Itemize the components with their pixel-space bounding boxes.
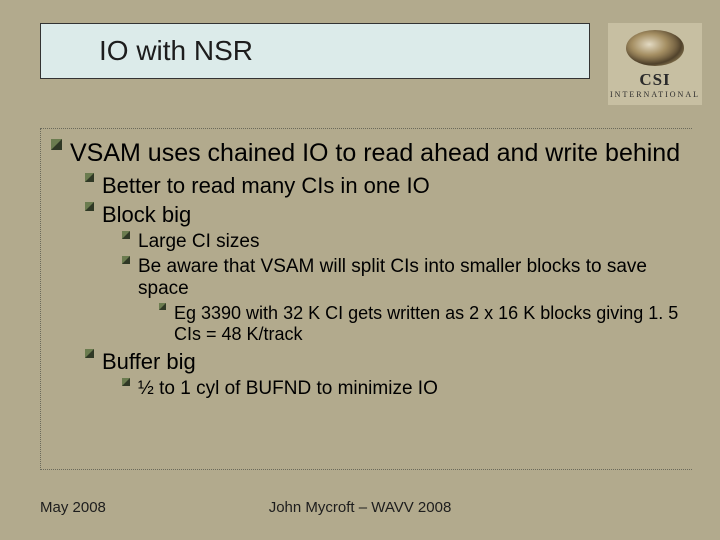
bullet-l2: Better to read many CIs in one IO	[85, 173, 686, 199]
title-box: IO with NSR	[40, 23, 590, 79]
bullet-icon	[85, 349, 94, 358]
bullet-l4: Eg 3390 with 32 K CI gets written as 2 x…	[159, 303, 686, 345]
bullet-icon	[85, 173, 94, 182]
bullet-text: Eg 3390 with 32 K CI gets written as 2 x…	[174, 303, 686, 345]
bullet-l1: VSAM uses chained IO to read ahead and w…	[51, 139, 686, 169]
bullet-text: Large CI sizes	[138, 231, 259, 253]
content-box: VSAM uses chained IO to read ahead and w…	[40, 128, 692, 470]
bullet-icon	[122, 256, 130, 264]
bullet-text: Better to read many CIs in one IO	[102, 173, 430, 199]
bullet-text: Buffer big	[102, 349, 196, 375]
slide-title: IO with NSR	[99, 35, 253, 67]
footer-author: John Mycroft – WAVV 2008	[0, 499, 720, 516]
bullet-l2: Buffer big	[85, 349, 686, 375]
bullet-text: Block big	[102, 202, 191, 228]
bullet-l3: ½ to 1 cyl of BUFND to minimize IO	[122, 378, 686, 400]
bullet-icon	[122, 378, 130, 386]
bullet-text: ½ to 1 cyl of BUFND to minimize IO	[138, 378, 438, 400]
bullet-l3: Be aware that VSAM will split CIs into s…	[122, 256, 686, 301]
bullet-text: VSAM uses chained IO to read ahead and w…	[70, 139, 680, 169]
swirl-icon	[626, 30, 684, 66]
logo-main: CSI	[639, 70, 670, 90]
logo-box: CSI INTERNATIONAL	[608, 23, 702, 105]
logo-sub: INTERNATIONAL	[610, 90, 700, 99]
bullet-icon	[51, 139, 62, 150]
bullet-l2: Block big	[85, 202, 686, 228]
bullet-icon	[122, 231, 130, 239]
bullet-text: Be aware that VSAM will split CIs into s…	[138, 256, 686, 301]
bullet-icon	[85, 202, 94, 211]
bullet-l3: Large CI sizes	[122, 231, 686, 253]
bullet-icon	[159, 303, 166, 310]
